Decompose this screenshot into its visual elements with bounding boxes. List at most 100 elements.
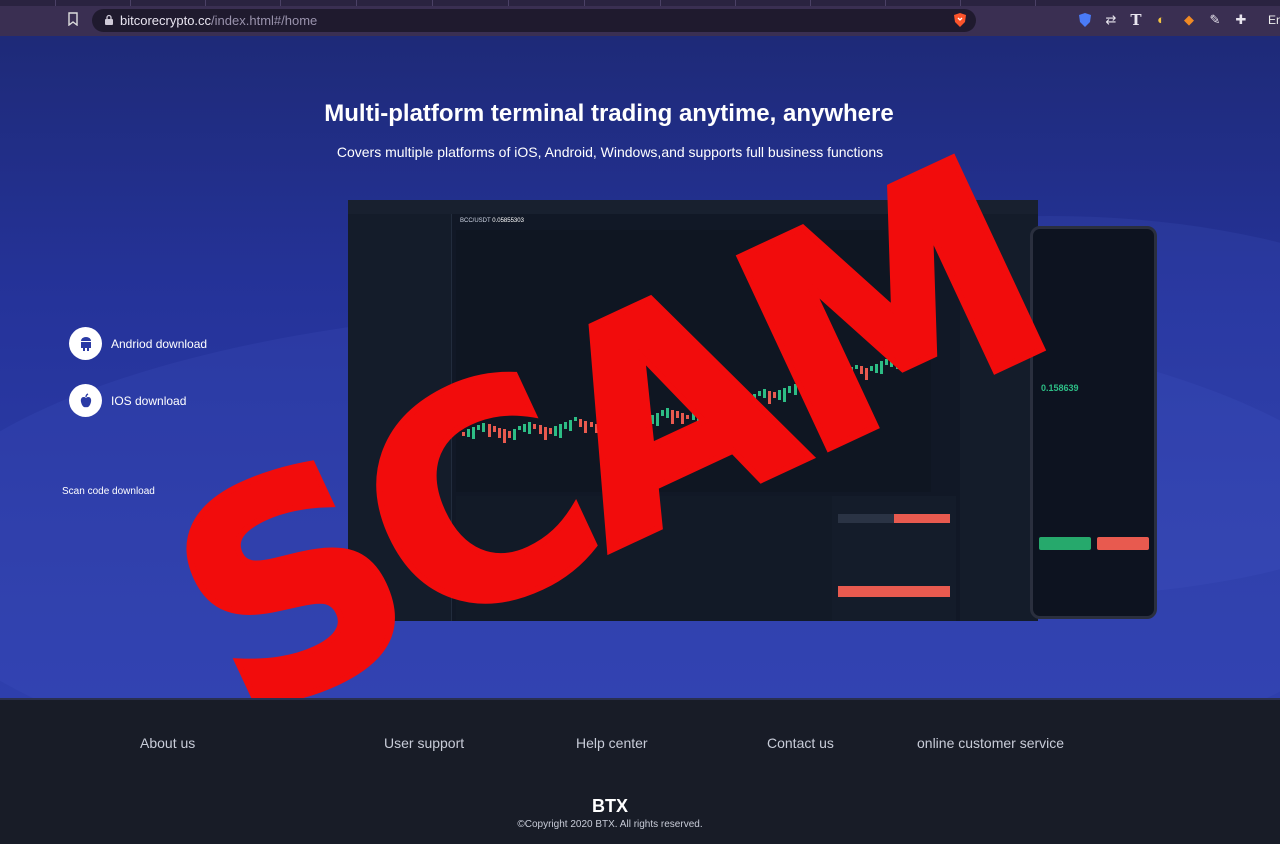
shield-extension-icon[interactable] (1077, 12, 1093, 28)
candle (594, 423, 598, 433)
candle (615, 415, 618, 429)
candle (528, 422, 532, 434)
candle (543, 426, 547, 440)
candle (819, 380, 822, 390)
candle (579, 419, 583, 427)
mobile-app-screenshot: 0.158639 (1030, 226, 1157, 619)
candle (487, 424, 491, 438)
candle (676, 411, 680, 419)
candle (650, 414, 654, 424)
apple-icon (69, 384, 102, 417)
ios-download-label: IOS download (111, 393, 187, 408)
candle (905, 350, 909, 362)
candle (513, 428, 516, 440)
candle (752, 393, 756, 406)
candle (834, 373, 838, 384)
coin-extension-icon[interactable]: ◐ (1153, 12, 1169, 28)
candle (808, 377, 812, 389)
candle (839, 371, 843, 386)
terminal-price: 0.05855303 (492, 218, 524, 224)
candle (620, 412, 624, 420)
candle (829, 375, 833, 382)
candle (533, 423, 537, 429)
translate-extension-icon[interactable]: ⇄ (1103, 12, 1119, 28)
pen-extension-icon[interactable]: ✎ (1207, 12, 1223, 28)
candle (564, 421, 567, 429)
terminal-sell-tab (894, 514, 950, 523)
candle (813, 378, 817, 384)
bookmark-icon[interactable] (66, 12, 80, 26)
candle (742, 398, 746, 402)
candle (706, 405, 710, 415)
candle (548, 428, 552, 435)
footer-link-about[interactable]: About us (140, 735, 195, 751)
candle (660, 410, 664, 417)
phone-buy-button (1039, 537, 1091, 550)
terminal-candlestick-chart (456, 230, 931, 492)
terminal-orderbook (960, 214, 1038, 621)
scan-code-label: Scan code download (62, 486, 155, 497)
candle (604, 419, 608, 426)
tab-strip[interactable] (0, 0, 1280, 6)
candle (523, 424, 527, 433)
candle (859, 366, 863, 375)
font-extension-icon[interactable]: T (1128, 12, 1144, 28)
lock-icon[interactable] (104, 14, 114, 26)
footer-link-help-center[interactable]: Help center (576, 735, 648, 751)
android-icon (69, 327, 102, 360)
puzzle-extensions-icon[interactable]: ✚ (1233, 12, 1249, 28)
candle (507, 430, 511, 438)
candle (793, 383, 797, 395)
candle (895, 354, 899, 369)
page-subtitle: Covers multiple platforms of iOS, Androi… (336, 144, 884, 160)
candle (915, 346, 919, 354)
language-label[interactable]: En (1268, 13, 1280, 27)
candle (844, 369, 848, 377)
phone-price: 0.158639 (1041, 383, 1079, 393)
candle (717, 401, 720, 408)
candle (910, 348, 914, 353)
footer-link-customer-service[interactable]: online customer service (917, 735, 1064, 751)
metamask-extension-icon[interactable]: ◆ (1181, 12, 1197, 28)
candle (630, 416, 634, 420)
candle (722, 403, 726, 413)
candle (574, 417, 578, 422)
candle (502, 429, 506, 444)
hero-section: Multi-platform terminal trading anytime,… (0, 36, 1280, 698)
candle (885, 359, 889, 366)
ios-download-button[interactable]: IOS download (69, 384, 186, 417)
candle (768, 390, 771, 404)
candle (737, 400, 741, 412)
candle (558, 424, 562, 438)
candle (467, 429, 471, 438)
footer-brand: BTX (592, 796, 628, 816)
phone-sell-button (1097, 537, 1149, 550)
url-text[interactable]: bitcorecrypto.cc/index.html#/home (120, 13, 317, 28)
page-title: Multi-platform terminal trading anytime,… (324, 100, 894, 127)
candle (732, 402, 736, 410)
candle (824, 378, 828, 391)
terminal-pair-label: BCC/USDT 0.05855303 (460, 218, 524, 224)
candle (890, 357, 894, 367)
candle (599, 421, 603, 435)
terminal-order-form (832, 496, 956, 621)
android-download-button[interactable]: Andriod download (69, 327, 207, 360)
candle (482, 422, 486, 432)
candle (645, 417, 649, 422)
trading-terminal-screenshot: BCC/USDT 0.05855303 (348, 200, 1038, 621)
candle (747, 395, 751, 404)
candle (803, 379, 807, 388)
candle (477, 425, 481, 430)
url-host: bitcorecrypto.cc (120, 13, 212, 28)
brave-shield-icon[interactable] (952, 12, 968, 28)
candle (849, 367, 853, 378)
candle (640, 419, 644, 432)
candle (783, 388, 787, 402)
candle (569, 419, 573, 431)
footer-link-contact[interactable]: Contact us (767, 735, 834, 751)
candle (635, 417, 639, 426)
candle (666, 408, 669, 419)
candle (497, 427, 501, 438)
footer-link-user-support[interactable]: User support (384, 735, 464, 751)
candle (762, 389, 766, 399)
